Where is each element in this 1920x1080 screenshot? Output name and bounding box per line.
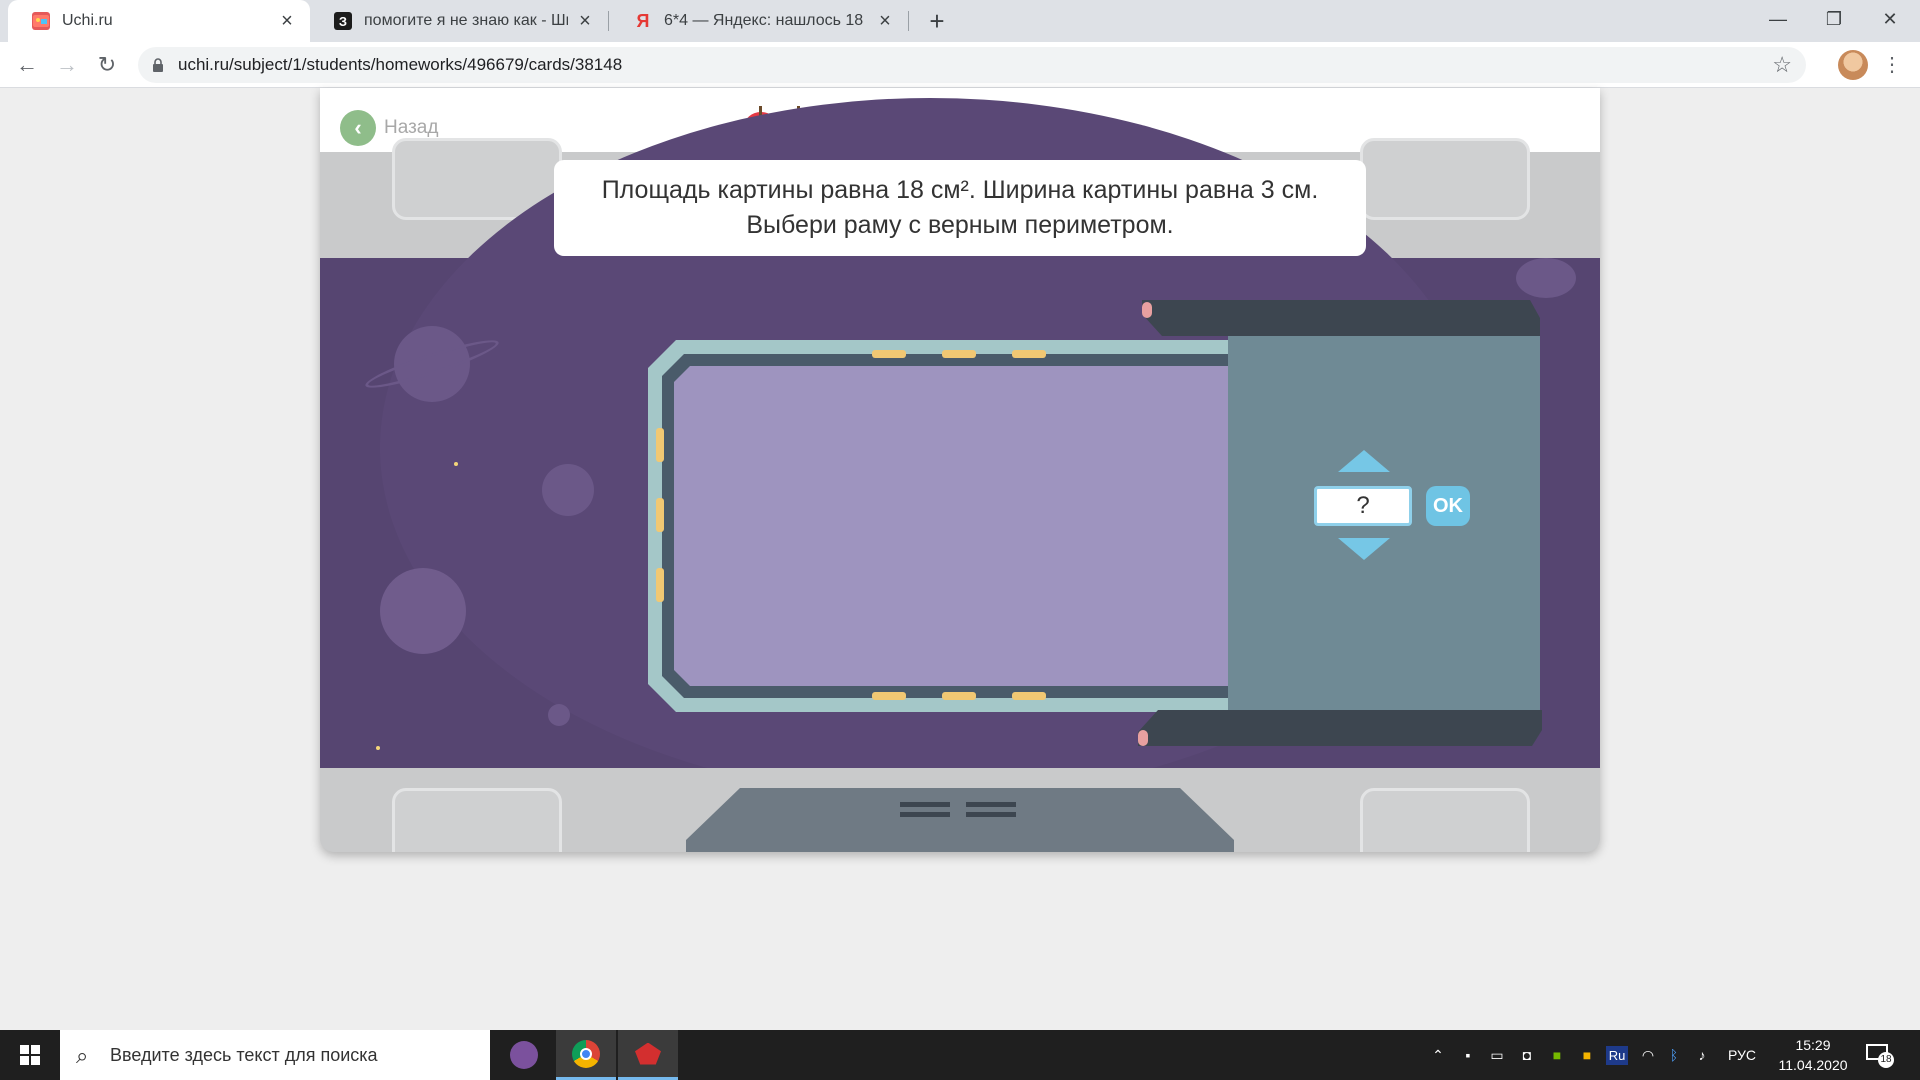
tray-overflow-chevron-icon[interactable]: ⌃ — [1428, 1030, 1448, 1080]
frame-stud — [656, 568, 664, 602]
search-icon: ⌕ — [76, 1043, 89, 1068]
question-line-1: Площадь картины равна 18 см². Ширина кар… — [601, 176, 1319, 204]
tab-close-icon[interactable]: × — [876, 11, 894, 31]
volume-icon[interactable]: ♪ — [1690, 1030, 1714, 1080]
swirl-planet-icon — [380, 568, 466, 654]
notification-center-icon[interactable]: 18 — [1866, 1042, 1894, 1068]
tab-close-icon[interactable]: × — [278, 11, 296, 31]
panel-plate — [1360, 788, 1530, 852]
chevron-left-icon: ‹ — [340, 110, 376, 146]
taskbar-search[interactable]: ⌕ Введите здесь текст для поиска — [60, 1030, 490, 1080]
planet-corner-icon — [1516, 258, 1576, 298]
vent-slot — [900, 802, 950, 807]
windows-logo-icon — [20, 1045, 40, 1065]
frame-stud — [872, 692, 906, 700]
rail-pin — [1138, 730, 1148, 746]
machine-rail-bottom — [1138, 710, 1542, 746]
question-card: Площадь картины равна 18 см². Ширина кар… — [554, 160, 1366, 256]
browser-toolbar: ← → ↻ uchi.ru/subject/1/students/homewor… — [0, 42, 1920, 88]
lock-icon — [153, 58, 163, 72]
increase-arrow-button[interactable] — [1338, 450, 1390, 472]
profile-avatar[interactable] — [1838, 50, 1868, 80]
back-arrow-icon[interactable]: ← — [12, 50, 42, 80]
ru-badge: Ru — [1605, 1046, 1629, 1065]
tab-separator — [608, 11, 609, 31]
frame-stud — [942, 692, 976, 700]
forward-arrow-icon[interactable]: → — [52, 50, 82, 80]
tab-yandex[interactable]: Я 6*4 — Яндекс: нашлось 18 млн × — [610, 0, 908, 42]
question-line-2: Выбери раму с верным периметром. — [746, 211, 1174, 239]
ok-button[interactable]: OK — [1426, 486, 1470, 526]
windows-start-button[interactable] — [0, 1030, 60, 1080]
tab-uchi[interactable]: Uchi.ru × — [8, 0, 310, 42]
picture-canvas — [674, 366, 1246, 686]
asteroid-icon — [542, 464, 594, 516]
language-indicator[interactable]: РУС — [1722, 1030, 1762, 1080]
tab-znanija[interactable]: З помогите я не знаю как - Школ × — [310, 0, 608, 42]
vent-slot — [966, 812, 1016, 817]
tab-title: Uchi.ru — [62, 12, 113, 29]
star-dot — [376, 746, 380, 750]
answer-input[interactable] — [1314, 486, 1412, 526]
vent-slot — [900, 812, 950, 817]
tab-title: помогите я не знаю как - Школ — [364, 12, 568, 29]
panel-plate — [1360, 138, 1530, 220]
new-tab-button[interactable]: + — [922, 6, 952, 36]
tray-app-icon[interactable]: ■ — [1576, 1030, 1598, 1080]
battery-icon[interactable]: ▭ — [1486, 1030, 1508, 1080]
decrease-arrow-button[interactable] — [1338, 538, 1390, 560]
vent-slot — [966, 802, 1016, 807]
windows-taskbar: ⌕ Введите здесь текст для поиска ⌃ ▪ ▭ ◘… — [0, 1030, 1920, 1080]
maximize-button[interactable]: ❐ — [1806, 0, 1862, 38]
znanija-favicon: З — [334, 12, 352, 30]
uchi-favicon — [32, 12, 50, 30]
address-bar[interactable]: uchi.ru/subject/1/students/homeworks/496… — [138, 47, 1806, 83]
taskbar-clock[interactable]: 15:29 11.04.2020 — [1770, 1035, 1856, 1075]
tray-app-icon[interactable]: ◘ — [1516, 1030, 1538, 1080]
yandex-favicon: Я — [636, 10, 650, 31]
frame-stud — [872, 350, 906, 358]
minimize-button[interactable]: — — [1750, 0, 1806, 38]
close-window-button[interactable]: ✕ — [1862, 0, 1918, 38]
frame-stud — [656, 428, 664, 462]
frame-stud — [656, 498, 664, 532]
machine-rail-top — [1142, 300, 1540, 336]
star-dot — [454, 462, 458, 466]
tab-title: 6*4 — Яндекс: нашлось 18 млн — [664, 12, 868, 29]
tab-bar: Uchi.ru × З помогите я не знаю как - Шко… — [0, 0, 1920, 42]
nvidia-icon[interactable]: ■ — [1546, 1030, 1568, 1080]
panel-plate — [392, 788, 562, 852]
ru-badge-icon[interactable]: Ru — [1604, 1030, 1630, 1080]
frame-stud — [1012, 350, 1046, 358]
rail-pin — [1142, 302, 1152, 318]
menu-kebab-icon[interactable]: ⋮ — [1882, 50, 1902, 80]
red-app-icon[interactable] — [618, 1030, 678, 1080]
back-label: Назад — [384, 117, 439, 138]
frame-stud — [1012, 692, 1046, 700]
tab-separator — [908, 11, 909, 31]
frame-stud — [942, 350, 976, 358]
viber-icon[interactable] — [494, 1030, 554, 1080]
tray-app-icon[interactable]: ▪ — [1458, 1030, 1478, 1080]
wifi-icon[interactable]: ◠ — [1636, 1030, 1660, 1080]
reload-icon[interactable]: ↻ — [92, 50, 122, 80]
clock-time: 15:29 — [1795, 1037, 1831, 1053]
clock-date: 11.04.2020 — [1778, 1057, 1848, 1073]
notification-count-badge: 18 — [1878, 1052, 1894, 1068]
bluetooth-icon[interactable]: ᛒ — [1664, 1030, 1684, 1080]
small-moon-icon — [548, 704, 570, 726]
machine-base — [686, 788, 1234, 852]
chrome-icon[interactable] — [556, 1030, 616, 1080]
tab-close-icon[interactable]: × — [576, 11, 594, 31]
game-area: ‹ Назад ? OK Площадь картины равна 18 см… — [320, 88, 1600, 852]
url-text: uchi.ru/subject/1/students/homeworks/496… — [178, 55, 623, 74]
bookmark-star-icon[interactable]: ☆ — [1772, 47, 1792, 83]
search-placeholder: Введите здесь текст для поиска — [110, 1045, 378, 1065]
